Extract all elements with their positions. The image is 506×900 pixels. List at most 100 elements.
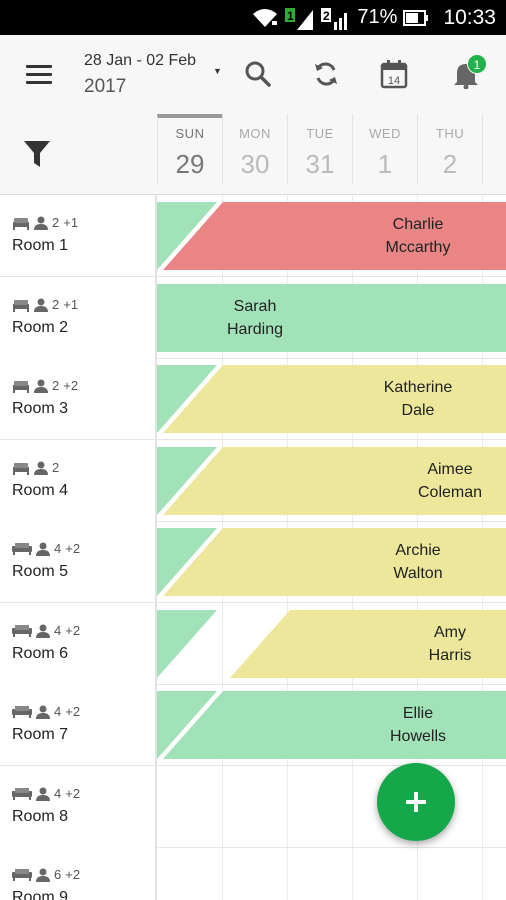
person-icon <box>36 787 50 801</box>
booking-bar[interactable]: Archie Walton <box>157 528 506 596</box>
person-icon <box>36 624 50 638</box>
room-capacity: 4 +2 <box>12 541 80 556</box>
room-row: Ellie Howells 4 +2 Room 7 <box>0 684 506 766</box>
search-icon[interactable] <box>239 55 277 93</box>
add-booking-button[interactable] <box>377 763 455 841</box>
sim2-label: 2 <box>323 9 330 23</box>
guest-name: Sarah Harding <box>185 284 325 352</box>
person-icon <box>34 216 48 230</box>
room-row: Archie Walton 4 +2 Room 5 <box>0 521 506 603</box>
day-name: SUN <box>175 126 205 141</box>
day-number: 2 <box>442 149 458 179</box>
room-name: Room 1 <box>12 237 69 254</box>
room-capacity: 2 +2 <box>12 378 78 393</box>
bed-icon <box>12 624 32 637</box>
guest-first-name: Amy <box>434 624 466 641</box>
room-beds: 4 <box>54 786 62 801</box>
day-column-header[interactable]: TUE 31 <box>287 114 352 184</box>
notification-badge: 1 <box>467 54 487 74</box>
guest-first-name: Charlie <box>392 216 444 233</box>
guest-first-name: Ellie <box>402 705 434 722</box>
room-cell[interactable]: 2 +1 Room 1 <box>0 195 157 276</box>
room-name: Room 7 <box>12 726 69 743</box>
room-name: Room 2 <box>12 319 69 336</box>
sim1-label: 1 <box>287 9 294 23</box>
guest-name: Archie Walton <box>330 528 506 596</box>
calendar-icon[interactable]: 14 <box>375 55 413 93</box>
toolbar: 28 Jan - 02 Feb 2017 ▼ 14 1 <box>0 35 506 114</box>
room-name: Room 5 <box>12 563 69 580</box>
person-icon <box>36 542 50 556</box>
room-beds: 2 <box>52 460 60 475</box>
room-cell[interactable]: 2 +1 Room 2 <box>0 277 157 358</box>
bed-icon <box>12 461 30 475</box>
booking-bar[interactable]: Ellie Howells <box>157 691 506 759</box>
room-beds: 2 <box>52 215 60 230</box>
room-extra-beds: +1 <box>63 297 79 312</box>
room-name: Room 4 <box>12 482 69 499</box>
room-capacity: 2 +1 <box>12 297 78 312</box>
room-cell[interactable]: 4 +2 Room 8 <box>0 766 157 847</box>
day-number: 31 <box>305 149 335 179</box>
day-column-header-partial[interactable] <box>482 114 506 184</box>
room-cell[interactable]: 6 +2 Room 9 <box>0 847 157 900</box>
bed-icon <box>12 868 32 881</box>
room-beds: 2 <box>52 378 60 393</box>
booking-bar[interactable]: Katherine Dale <box>157 365 506 433</box>
day-column-header[interactable]: SUN 29 <box>157 114 222 184</box>
room-name: Room 6 <box>12 645 69 662</box>
guest-name: Charlie Mccarthy <box>330 202 506 270</box>
caret-down-icon[interactable]: ▼ <box>213 66 222 76</box>
signal-sim2-icon: 2 <box>321 6 351 30</box>
bed-icon <box>12 216 30 230</box>
room-beds: 2 <box>52 297 60 312</box>
day-number: 30 <box>240 149 270 179</box>
booking-bar[interactable]: Charlie Mccarthy <box>157 202 506 270</box>
room-row: Charlie Mccarthy 2 +1 Room 1 <box>0 195 506 277</box>
booking-bar[interactable]: Sarah Harding <box>157 284 506 352</box>
person-icon <box>36 868 50 882</box>
room-cell[interactable]: 2 Room 4 <box>0 440 157 521</box>
bell-icon[interactable]: 1 <box>447 54 487 93</box>
day-column-header[interactable]: THU 2 <box>417 114 482 184</box>
person-icon <box>36 705 50 719</box>
date-year[interactable]: 2017 <box>84 76 126 98</box>
room-beds: 6 <box>54 867 62 882</box>
guest-name: Ellie Howells <box>330 691 506 759</box>
booking-bar[interactable]: Amy Harris <box>157 610 506 678</box>
room-capacity: 2 <box>12 460 63 475</box>
wifi-icon <box>251 7 279 29</box>
booking-bar[interactable]: Aimee Coleman <box>157 447 506 515</box>
person-icon <box>34 298 48 312</box>
signal-sim1-icon: 1 <box>285 6 315 30</box>
room-extra-beds: +2 <box>65 541 81 556</box>
battery-percent: 71% <box>357 6 398 28</box>
date-range[interactable]: 28 Jan - 02 Feb <box>84 52 196 70</box>
bed-icon <box>12 542 32 555</box>
refresh-icon[interactable] <box>307 55 345 93</box>
filter-icon[interactable] <box>22 138 54 170</box>
room-beds: 4 <box>54 704 62 719</box>
day-column-header[interactable]: WED 1 <box>352 114 417 184</box>
room-cell[interactable]: 4 +2 Room 7 <box>0 684 157 765</box>
guest-first-name: Katherine <box>383 379 453 396</box>
calendar-day: 14 <box>388 75 400 87</box>
room-cell[interactable]: 4 +2 Room 6 <box>0 603 157 684</box>
guest-last-name: Howells <box>389 728 446 745</box>
menu-icon[interactable] <box>22 61 56 89</box>
bed-icon <box>12 379 30 393</box>
room-cell[interactable]: 4 +2 Room 5 <box>0 521 157 602</box>
room-cell[interactable]: 2 +2 Room 3 <box>0 358 157 439</box>
day-column-header[interactable]: MON 30 <box>222 114 287 184</box>
day-name: WED <box>369 126 401 141</box>
room-extra-beds: +2 <box>65 704 81 719</box>
battery-icon <box>403 9 429 27</box>
person-icon <box>34 379 48 393</box>
clock: 10:33 <box>443 5 496 29</box>
guest-name: Katherine Dale <box>330 365 506 433</box>
room-name: Room 9 <box>12 889 69 900</box>
day-name: MON <box>239 126 271 141</box>
bed-icon <box>12 787 32 800</box>
room-beds: 4 <box>54 623 62 638</box>
status-bar: 1 2 71% 10:33 <box>0 0 506 35</box>
